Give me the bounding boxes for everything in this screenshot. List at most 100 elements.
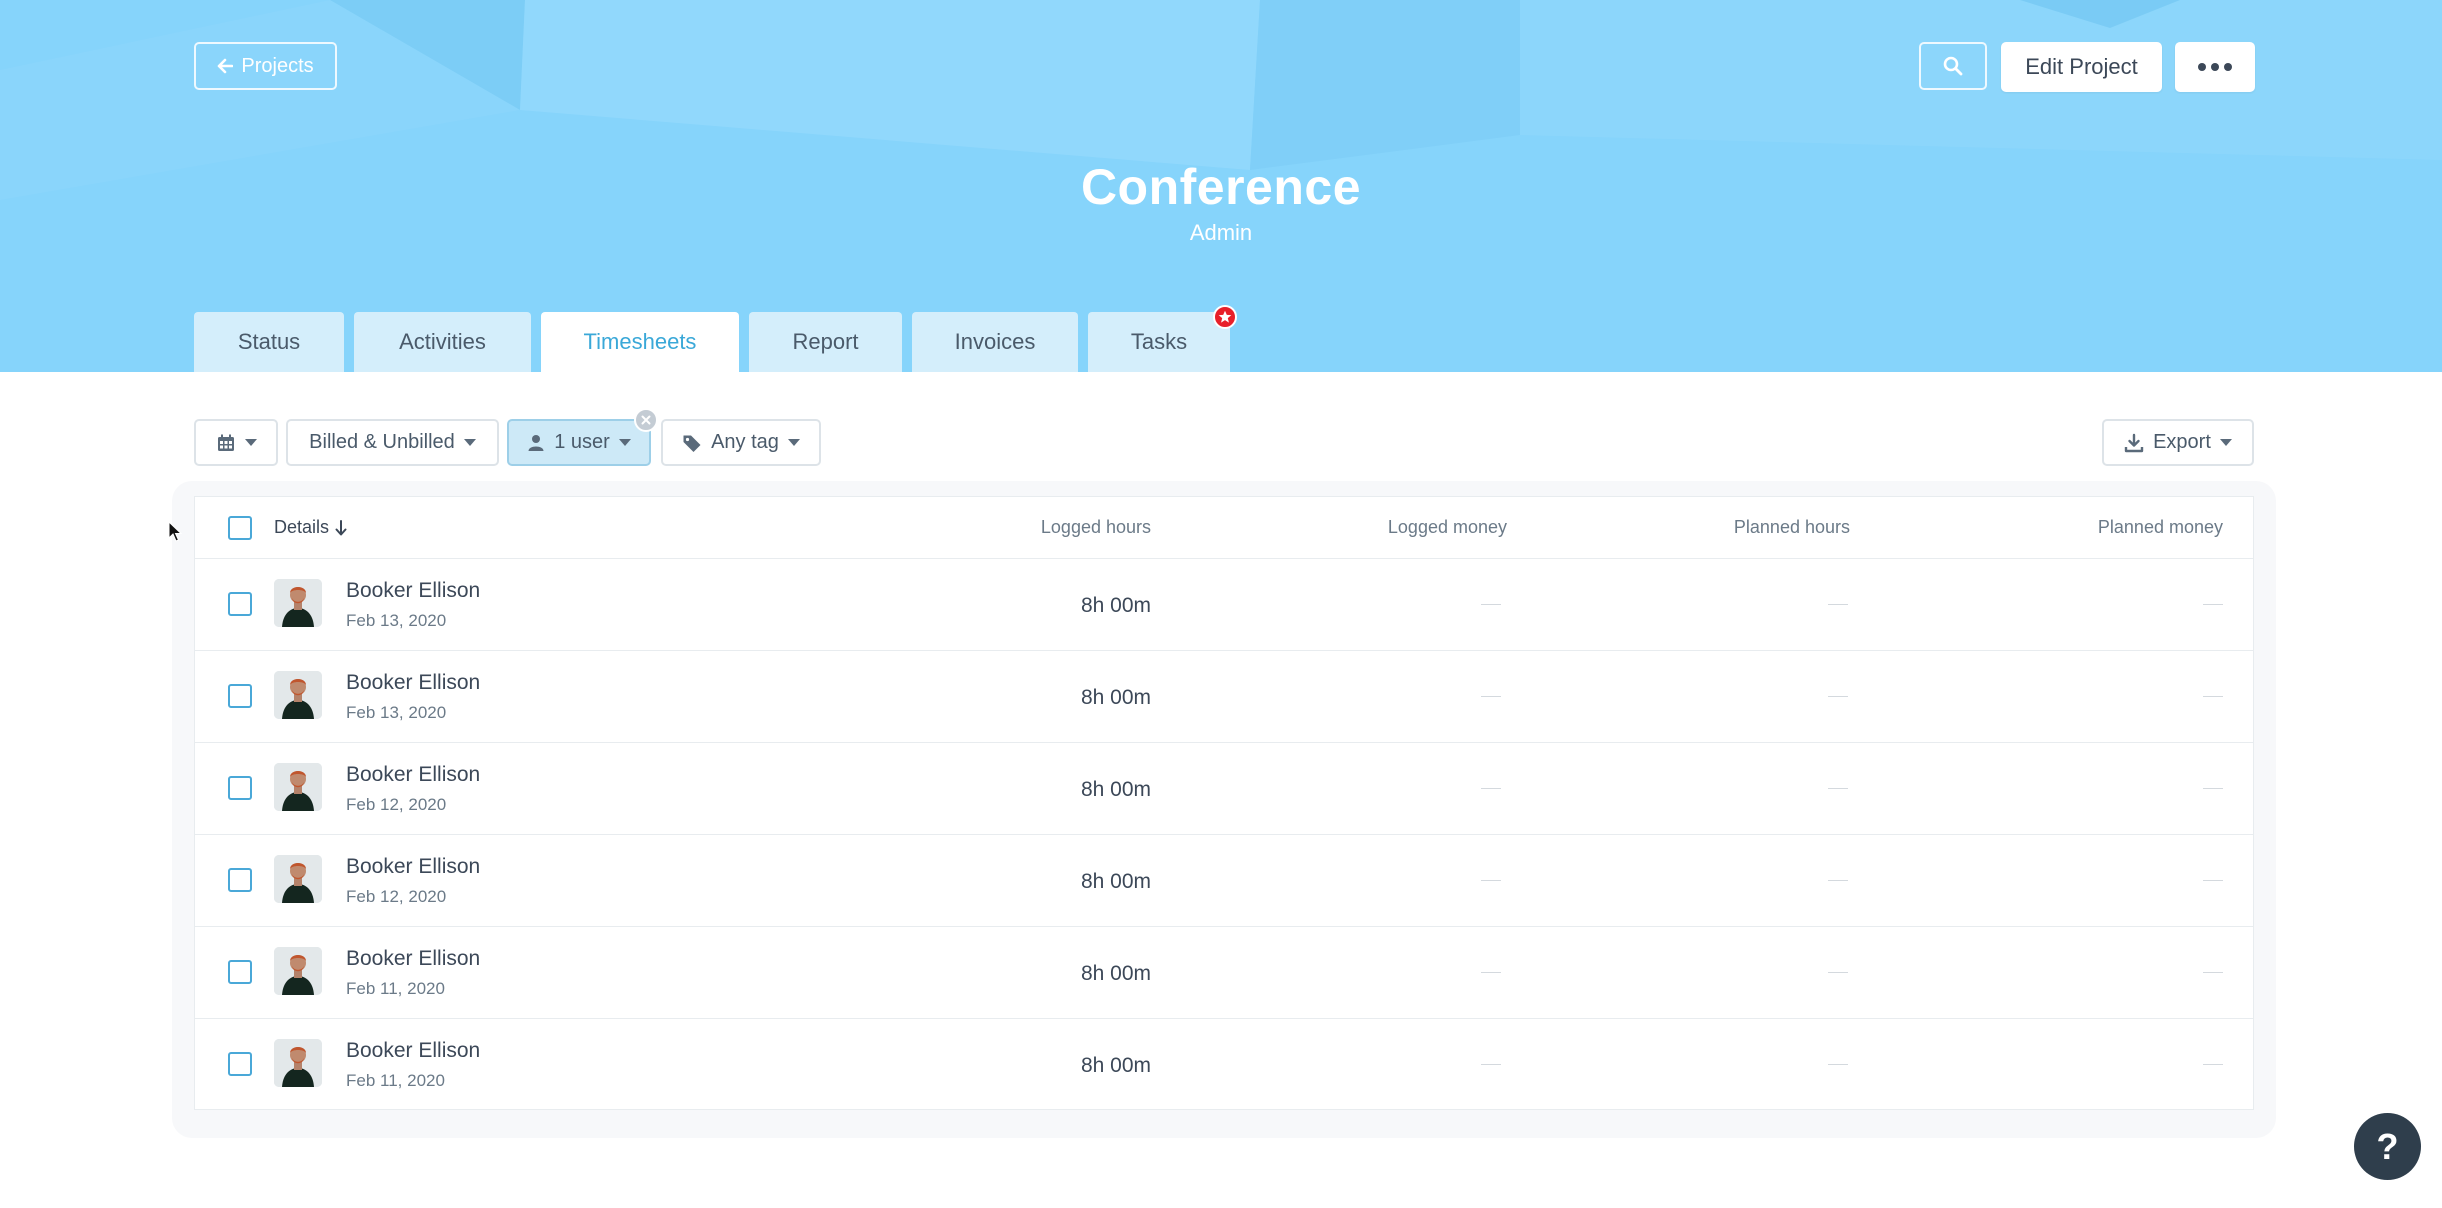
row-checkbox[interactable] <box>228 1052 252 1076</box>
chevron-down-icon <box>463 439 476 446</box>
row-checkbox[interactable] <box>228 592 252 616</box>
row-user-name: Booker Ellison <box>346 671 481 694</box>
more-options-button[interactable] <box>2175 42 2255 92</box>
avatar <box>274 763 322 811</box>
chevron-down-icon <box>787 439 800 446</box>
row-date: Feb 13, 2020 <box>346 703 447 722</box>
tag-filter-label: Any tag <box>711 431 779 453</box>
project-subtitle: Admin <box>1189 220 1253 245</box>
row-logged-money-empty <box>1481 1064 1501 1065</box>
logged-money-header: Logged money <box>1387 517 1507 537</box>
billing-status-filter[interactable]: Billed & Unbilled <box>286 419 499 466</box>
tab-tasks[interactable]: Tasks <box>1088 312 1230 372</box>
row-user-name: Booker Ellison <box>346 763 481 786</box>
row-logged-money-empty <box>1481 880 1501 881</box>
row-planned-money-empty <box>2203 972 2223 973</box>
mouse-cursor-icon <box>168 521 182 542</box>
arrow-down-icon <box>335 519 347 535</box>
search-icon <box>1943 56 1963 76</box>
row-logged-hours: 8h 00m <box>1080 778 1151 801</box>
table-row[interactable]: Booker Ellison Feb 13, 2020 8h 00m <box>195 559 2253 651</box>
avatar-image <box>274 947 322 995</box>
row-logged-money-empty <box>1481 696 1501 697</box>
help-button[interactable]: ? <box>2354 1113 2421 1180</box>
chevron-down-icon <box>2219 439 2232 446</box>
table-row[interactable]: Booker Ellison Feb 11, 2020 8h 00m <box>195 1019 2253 1111</box>
tab-activities[interactable]: Activities <box>354 312 531 372</box>
user-icon <box>528 434 544 451</box>
logged-hours-header: Logged hours <box>1040 517 1151 537</box>
chevron-down-icon <box>618 439 631 446</box>
avatar-image <box>274 579 322 627</box>
select-all-checkbox[interactable] <box>228 516 252 540</box>
row-planned-hours-empty <box>1828 1064 1848 1065</box>
row-user-name: Booker Ellison <box>346 1039 481 1062</box>
row-checkbox[interactable] <box>228 776 252 800</box>
avatar <box>274 671 322 719</box>
edit-project-button[interactable]: Edit Project <box>2001 42 2162 92</box>
row-checkbox[interactable] <box>228 868 252 892</box>
details-column-header[interactable]: Details <box>274 517 347 538</box>
avatar <box>274 855 322 903</box>
row-date: Feb 12, 2020 <box>346 887 447 906</box>
row-planned-hours-empty <box>1828 604 1848 605</box>
project-title: Conference <box>1080 159 1362 215</box>
row-planned-money-empty <box>2203 1064 2223 1065</box>
arrow-left-icon <box>218 58 234 74</box>
avatar <box>274 579 322 627</box>
planned-money-header: Planned money <box>2097 517 2223 537</box>
close-icon <box>641 415 651 425</box>
back-to-projects-button[interactable]: Projects <box>194 42 337 90</box>
row-planned-money-empty <box>2203 788 2223 789</box>
table-header: Details Logged hours Logged money Planne… <box>195 497 2253 559</box>
table-row[interactable]: Booker Ellison Feb 12, 2020 8h 00m <box>195 743 2253 835</box>
tag-filter[interactable]: Any tag <box>661 419 821 466</box>
tab-timesheets[interactable]: Timesheets <box>541 312 739 372</box>
export-button-label: Export <box>2153 431 2211 453</box>
avatar <box>274 1039 322 1087</box>
row-user-name: Booker Ellison <box>346 855 481 878</box>
user-filter[interactable]: 1 user <box>507 419 651 466</box>
date-range-filter[interactable] <box>194 419 278 466</box>
tab-report[interactable]: Report <box>749 312 902 372</box>
export-button[interactable]: Export <box>2102 419 2254 466</box>
avatar-image <box>274 671 322 719</box>
row-user-name: Booker Ellison <box>346 579 481 602</box>
search-button[interactable] <box>1919 42 1987 90</box>
row-planned-money-empty <box>2203 696 2223 697</box>
row-checkbox[interactable] <box>228 684 252 708</box>
row-logged-money-empty <box>1481 972 1501 973</box>
tasks-star-badge <box>1213 305 1237 329</box>
tab-invoices[interactable]: Invoices <box>912 312 1078 372</box>
avatar-image <box>274 763 322 811</box>
row-logged-hours: 8h 00m <box>1080 1054 1151 1077</box>
avatar-image <box>274 1039 322 1087</box>
star-icon <box>1218 310 1232 323</box>
avatar-image <box>274 855 322 903</box>
row-logged-money-empty <box>1481 604 1501 605</box>
row-logged-money-empty <box>1481 788 1501 789</box>
planned-hours-header: Planned hours <box>1733 517 1850 537</box>
row-logged-hours: 8h 00m <box>1080 870 1151 893</box>
table-row[interactable]: Booker Ellison Feb 11, 2020 8h 00m <box>195 927 2253 1019</box>
row-planned-money-empty <box>2203 604 2223 605</box>
chevron-down-icon <box>244 439 257 446</box>
calendar-icon <box>217 434 234 451</box>
row-planned-money-empty <box>2203 880 2223 881</box>
row-checkbox[interactable] <box>228 960 252 984</box>
table-row[interactable]: Booker Ellison Feb 12, 2020 8h 00m <box>195 835 2253 927</box>
tab-status[interactable]: Status <box>194 312 344 372</box>
avatar <box>274 947 322 995</box>
clear-user-filter-button[interactable] <box>634 408 658 432</box>
ellipsis-icon <box>2198 63 2232 71</box>
row-user-name: Booker Ellison <box>346 947 481 970</box>
row-date: Feb 11, 2020 <box>346 1071 445 1090</box>
row-planned-hours-empty <box>1828 788 1848 789</box>
row-date: Feb 12, 2020 <box>346 795 447 814</box>
row-date: Feb 13, 2020 <box>346 611 447 630</box>
row-logged-hours: 8h 00m <box>1080 594 1151 617</box>
row-planned-hours-empty <box>1828 880 1848 881</box>
row-planned-hours-empty <box>1828 696 1848 697</box>
details-header-label: Details <box>274 517 330 537</box>
table-row[interactable]: Booker Ellison Feb 13, 2020 8h 00m <box>195 651 2253 743</box>
